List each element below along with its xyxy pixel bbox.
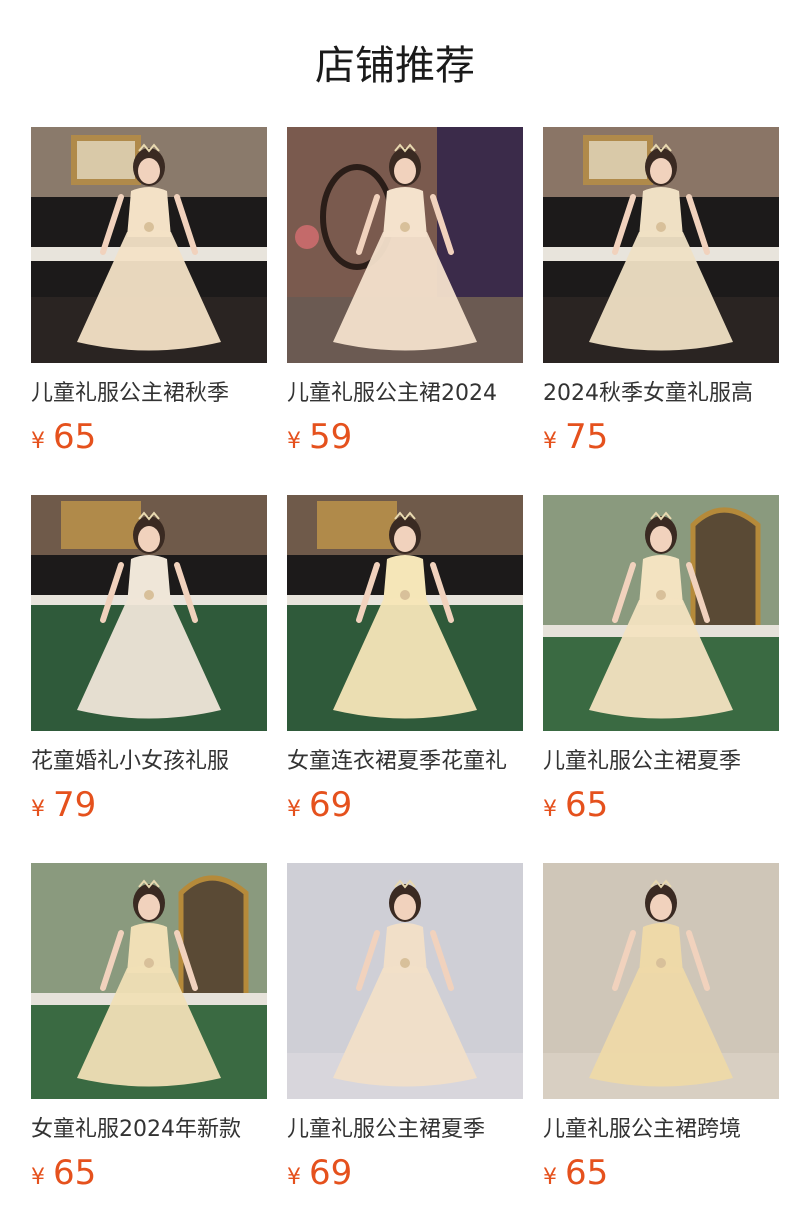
currency-symbol: ¥: [543, 1165, 557, 1190]
product-image[interactable]: [31, 127, 267, 363]
product-image[interactable]: [543, 127, 779, 363]
price-value: 69: [309, 785, 353, 825]
product-name[interactable]: 花童婚礼小女孩礼服: [31, 747, 267, 777]
product-card[interactable]: 女童连衣裙夏季花童礼 ¥69: [287, 495, 523, 863]
currency-symbol: ¥: [287, 797, 301, 822]
product-card[interactable]: 女童礼服2024年新款 ¥65: [31, 863, 267, 1231]
product-card[interactable]: 儿童礼服公主裙2024 ¥59: [287, 127, 523, 495]
product-price: ¥79: [31, 785, 267, 825]
product-image[interactable]: [287, 863, 523, 1099]
product-card[interactable]: 儿童礼服公主裙夏季 ¥69: [287, 863, 523, 1231]
currency-symbol: ¥: [31, 797, 45, 822]
product-name[interactable]: 儿童礼服公主裙夏季: [543, 747, 779, 777]
currency-symbol: ¥: [543, 797, 557, 822]
product-name[interactable]: 女童礼服2024年新款: [31, 1115, 267, 1145]
product-price: ¥65: [31, 417, 267, 457]
product-price: ¥59: [287, 417, 523, 457]
currency-symbol: ¥: [287, 429, 301, 454]
price-value: 65: [53, 417, 97, 457]
product-price: ¥65: [31, 1153, 267, 1193]
product-name[interactable]: 2024秋季女童礼服高: [543, 379, 779, 409]
product-price: ¥65: [543, 785, 779, 825]
store-recommendations: 店铺推荐 儿童礼服公主裙秋季 ¥65 儿童礼服公主裙2024 ¥ 59 2024…: [0, 0, 790, 1232]
price-value: 65: [53, 1153, 97, 1193]
product-card[interactable]: 花童婚礼小女孩礼服 ¥79: [31, 495, 267, 863]
product-card[interactable]: 儿童礼服公主裙跨境 ¥65: [543, 863, 779, 1231]
product-card[interactable]: 2024秋季女童礼服高 ¥75: [543, 127, 779, 495]
product-image[interactable]: [543, 863, 779, 1099]
price-value: 65: [565, 785, 609, 825]
price-value: 79: [53, 785, 97, 825]
price-value: 59: [309, 417, 353, 457]
product-price: ¥75: [543, 417, 779, 457]
currency-symbol: ¥: [31, 429, 45, 454]
price-value: 69: [309, 1153, 353, 1193]
product-name[interactable]: 儿童礼服公主裙秋季: [31, 379, 267, 409]
product-price: ¥65: [543, 1153, 779, 1193]
price-value: 75: [565, 417, 609, 457]
product-name[interactable]: 女童连衣裙夏季花童礼: [287, 747, 523, 777]
product-name[interactable]: 儿童礼服公主裙夏季: [287, 1115, 523, 1145]
product-image[interactable]: [543, 495, 779, 731]
product-card[interactable]: 儿童礼服公主裙秋季 ¥65: [31, 127, 267, 495]
product-grid: 儿童礼服公主裙秋季 ¥65 儿童礼服公主裙2024 ¥59 2024秋季女童礼服…: [31, 127, 779, 1231]
product-price: ¥69: [287, 1153, 523, 1193]
product-image[interactable]: [287, 127, 523, 363]
page-title: 店铺推荐: [315, 43, 475, 89]
currency-symbol: ¥: [31, 1165, 45, 1190]
product-card[interactable]: 儿童礼服公主裙夏季 ¥65: [543, 495, 779, 863]
product-image[interactable]: [287, 495, 523, 731]
currency-symbol: ¥: [287, 1165, 301, 1190]
product-name[interactable]: 儿童礼服公主裙跨境: [543, 1115, 779, 1145]
product-name[interactable]: 儿童礼服公主裙2024: [287, 379, 523, 409]
currency-symbol: ¥: [543, 429, 557, 454]
price-value: 65: [565, 1153, 609, 1193]
product-image[interactable]: [31, 495, 267, 731]
product-price: ¥69: [287, 785, 523, 825]
product-image[interactable]: [31, 863, 267, 1099]
